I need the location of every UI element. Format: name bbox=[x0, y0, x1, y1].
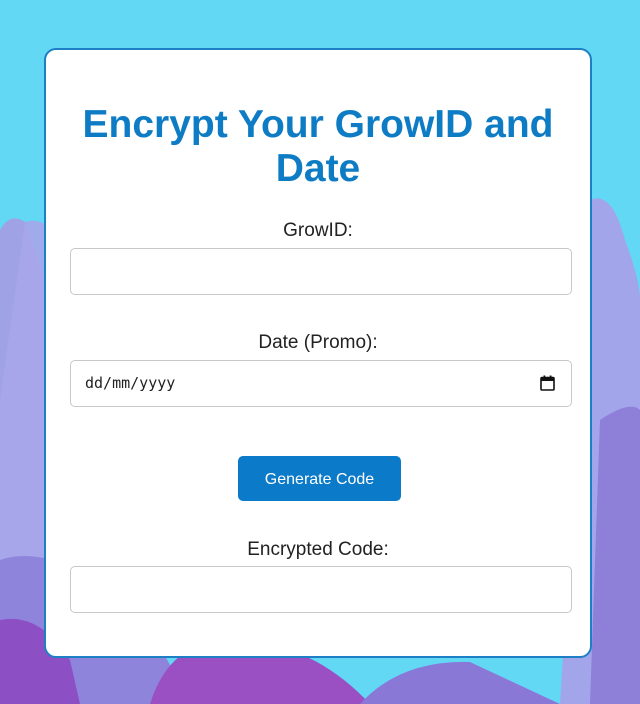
encrypted-code-output[interactable] bbox=[71, 567, 571, 612]
growid-field-box bbox=[70, 248, 572, 295]
growid-label: GrowID: bbox=[283, 220, 353, 241]
generate-code-button[interactable]: Generate Code bbox=[238, 456, 401, 501]
date-input[interactable]: dd/mm/yyyy bbox=[70, 360, 572, 407]
calendar-icon[interactable] bbox=[540, 375, 555, 391]
encrypt-form-card: Encrypt Your GrowID and Date GrowID: Dat… bbox=[44, 48, 592, 658]
date-placeholder: dd/mm/yyyy bbox=[85, 374, 176, 392]
encrypted-code-label: Encrypted Code: bbox=[247, 539, 389, 560]
date-label: Date (Promo): bbox=[258, 332, 378, 353]
encrypted-code-field-box bbox=[70, 566, 572, 613]
growid-input[interactable] bbox=[71, 249, 571, 294]
page-title: Encrypt Your GrowID and Date bbox=[82, 103, 554, 190]
